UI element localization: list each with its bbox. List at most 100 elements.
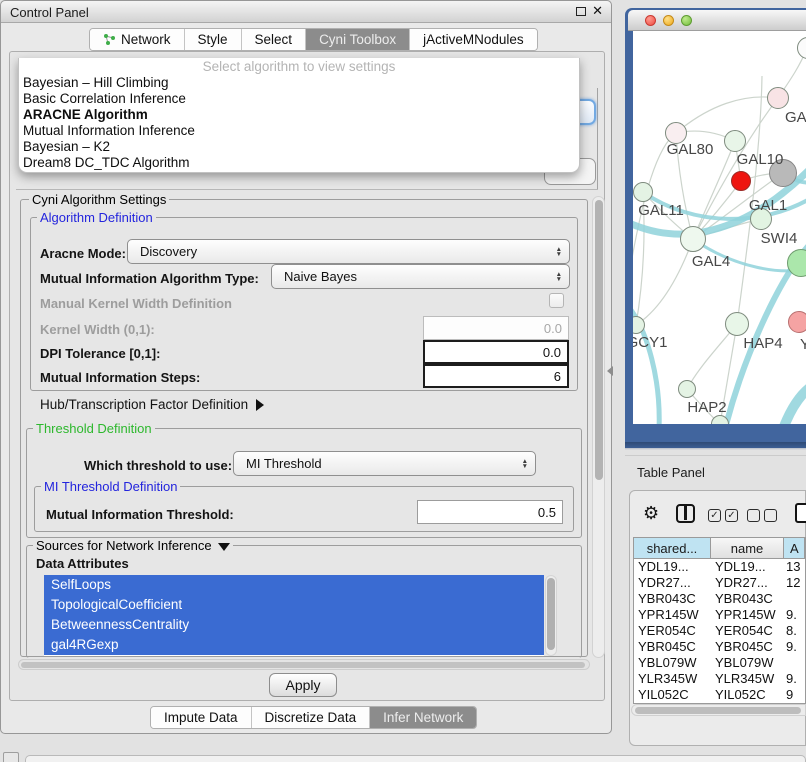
node-label-gcy1: GCY1 [633, 334, 667, 351]
aracne-mode-label: Aracne Mode: [40, 246, 126, 261]
network-node-salmon[interactable] [788, 311, 806, 333]
table-horizontal-scrollbar[interactable] [631, 704, 806, 716]
table-row[interactable]: YIL052CYIL052C9 [634, 687, 805, 703]
network-window: GAL80 GAL10 GAL1 GAL11 GAL4 SWI4 GCY1 HA… [625, 8, 806, 448]
mi-type-combo[interactable]: Naive Bayes ▲▼ [271, 264, 570, 289]
table-row[interactable]: YBR045CYBR045C9. [634, 639, 805, 655]
minimize-traffic-light-icon[interactable] [663, 15, 674, 26]
node-label-swi4: SWI4 [761, 230, 798, 247]
network-node-hap2[interactable] [678, 380, 696, 398]
spinner-arrows-icon: ▲▼ [522, 459, 528, 469]
which-threshold-label: Which threshold to use: [84, 458, 232, 473]
settings-horizontal-scrollbar[interactable] [18, 659, 590, 670]
menu-item[interactable]: Dream8 DC_TDC Algorithm [19, 155, 579, 171]
list-item[interactable]: BetweennessCentrality [44, 615, 544, 635]
control-panel-tabbar: Network Style Select Cyni Toolbox jActiv… [89, 28, 538, 51]
panel-divider-fragment [16, 189, 598, 190]
cyni-bottom-tabbar: Impute Data Discretize Data Infer Networ… [150, 706, 477, 729]
node-label-gal11: GAL11 [638, 202, 684, 219]
table-row[interactable]: YLR345WYLR345W9. [634, 671, 805, 687]
sources-group-title[interactable]: Sources for Network Inference [33, 538, 233, 553]
which-threshold-combo[interactable]: MI Threshold ▲▼ [233, 451, 536, 476]
node-label-gal80: GAL80 [667, 141, 714, 158]
close-icon[interactable]: ✕ [592, 3, 603, 19]
export-table-icon[interactable] [795, 503, 806, 523]
network-node-hap4[interactable] [725, 312, 749, 336]
tab-infer-network[interactable]: Infer Network [370, 707, 476, 728]
list-item[interactable]: TopologicalCoefficient [44, 595, 544, 615]
table-row[interactable]: YER054CYER054C8. [634, 623, 805, 639]
tab-jactivemnodules[interactable]: jActiveMNodules [410, 29, 537, 50]
network-node-red[interactable] [731, 171, 751, 191]
table-row[interactable]: YBL079WYBL079W [634, 655, 805, 671]
split-view-icon[interactable] [676, 504, 695, 523]
dpi-tolerance-field[interactable]: 0.0 [423, 340, 569, 364]
settings-vertical-scrollbar[interactable] [592, 196, 605, 658]
manual-kernel-label: Manual Kernel Width Definition [40, 296, 232, 311]
network-window-titlebar[interactable] [628, 10, 806, 31]
float-panel-icon[interactable] [576, 7, 586, 16]
table-row[interactable]: YDR27...YDR27...12 [634, 575, 805, 591]
tab-cyni-toolbox[interactable]: Cyni Toolbox [306, 29, 410, 50]
zoom-traffic-light-icon[interactable] [681, 15, 692, 26]
expander-expanded-icon [218, 543, 230, 551]
dropdown-prompt: Select algorithm to view settings [19, 58, 579, 75]
tab-discretize-data[interactable]: Discretize Data [252, 707, 371, 728]
expander-collapsed-icon [256, 399, 264, 411]
table-row[interactable]: YPR145WYPR145W9. [634, 607, 805, 623]
dpi-tolerance-label: DPI Tolerance [0,1]: [40, 346, 160, 361]
apply-button[interactable]: Apply [269, 673, 337, 697]
split-collapse-icon[interactable] [607, 366, 613, 376]
menu-item[interactable]: Bayesian – Hill Climbing [19, 75, 579, 91]
select-all-checkbox-icon[interactable]: ✓ [725, 509, 738, 522]
list-item[interactable]: SelfLoops [44, 575, 544, 595]
network-icon [103, 33, 116, 46]
mi-steps-field[interactable]: 6 [423, 364, 569, 388]
tab-select[interactable]: Select [242, 29, 307, 50]
list-item[interactable]: gal4RGexp [44, 635, 544, 655]
data-attributes-list[interactable]: SelfLoops TopologicalCoefficient Between… [44, 575, 544, 656]
deselect-all-checkbox-icon[interactable] [764, 509, 777, 522]
column-header-clipped[interactable]: A [784, 538, 805, 558]
screen: Control Panel ✕ Network Style Select [0, 0, 806, 762]
tab-style[interactable]: Style [185, 29, 242, 50]
tab-impute-data[interactable]: Impute Data [151, 707, 252, 728]
column-header-name[interactable]: name [711, 538, 784, 558]
mi-type-label: Mutual Information Algorithm Type: [40, 271, 259, 286]
table-row[interactable]: YBR043CYBR043C [634, 591, 805, 607]
aracne-mode-combo[interactable]: Discovery ▲▼ [127, 239, 570, 264]
attributes-list-scrollbar[interactable] [545, 575, 557, 656]
hub-definition-expander[interactable]: Hub/Transcription Factor Definition [40, 397, 264, 412]
network-node-gal10[interactable] [724, 130, 746, 152]
kernel-width-field[interactable]: 0.0 [423, 316, 569, 340]
menu-item[interactable]: Mutual Information Inference [19, 123, 579, 139]
deselect-all-checkbox-icon[interactable] [747, 509, 760, 522]
table-row[interactable]: YDL19...YDL19...13 [634, 559, 805, 575]
menu-item[interactable]: Bayesian – K2 [19, 139, 579, 155]
algorithm-dropdown-popup: Select algorithm to view settings Bayesi… [18, 58, 580, 173]
menu-item-aracne[interactable]: ARACNE Algorithm [19, 107, 579, 123]
network-node-gal-partial[interactable] [767, 87, 789, 109]
close-traffic-light-icon[interactable] [645, 15, 656, 26]
mi-threshold-field[interactable]: 0.5 [417, 500, 563, 524]
threshold-definition-title: Threshold Definition [33, 421, 155, 436]
tab-network[interactable]: Network [90, 29, 185, 50]
network-canvas[interactable]: GAL80 GAL10 GAL1 GAL11 GAL4 SWI4 GCY1 HA… [633, 31, 806, 424]
gear-icon[interactable]: ⚙ [643, 503, 659, 524]
mi-threshold-label: Mutual Information Threshold: [46, 507, 234, 522]
cyni-algorithm-settings-title: Cyni Algorithm Settings [29, 192, 169, 207]
panel-border-fragment [597, 88, 598, 189]
panel-separator [625, 455, 806, 456]
network-node-gal11[interactable] [633, 182, 653, 202]
node-label-hap4: HAP4 [743, 335, 782, 352]
select-all-checkbox-icon[interactable]: ✓ [708, 509, 721, 522]
table-header-row: shared... name A [634, 538, 805, 559]
menu-item[interactable]: Basic Correlation Inference [19, 91, 579, 107]
node-label-y-partial: Y [800, 336, 806, 353]
network-node-gal4[interactable] [680, 226, 706, 252]
spinner-arrows-icon: ▲▼ [556, 272, 562, 282]
manual-kernel-checkbox[interactable] [549, 293, 564, 308]
column-header-shared-name[interactable]: shared... [634, 538, 711, 558]
algorithm-definition-title: Algorithm Definition [37, 210, 156, 225]
control-panel-titlebar[interactable]: Control Panel ✕ [1, 1, 611, 23]
